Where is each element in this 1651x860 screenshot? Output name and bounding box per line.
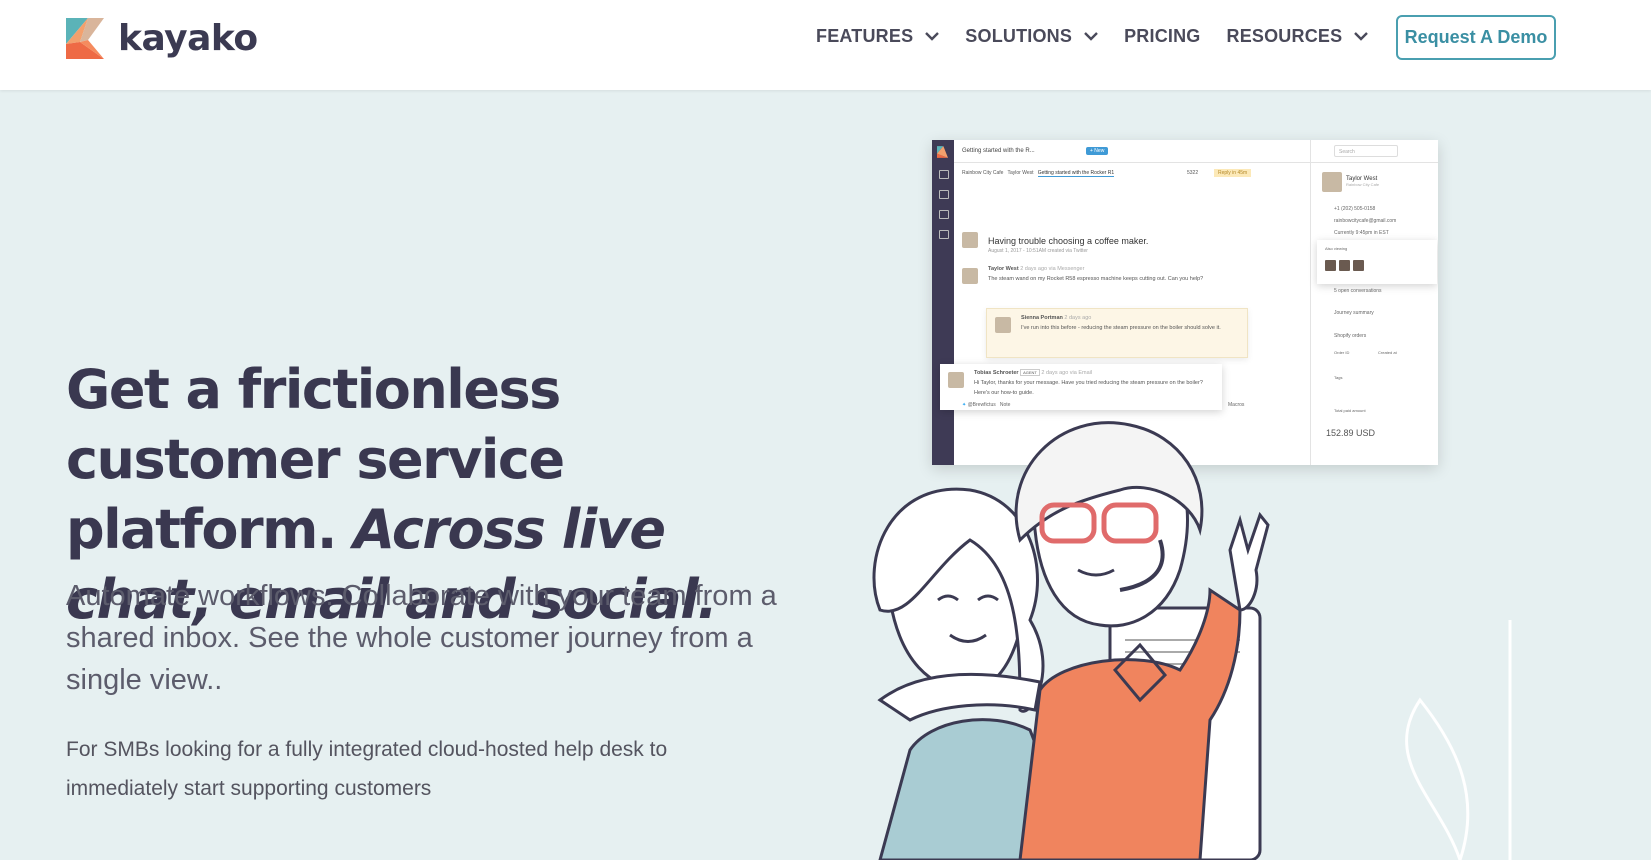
kayako-logo-icon <box>66 18 104 59</box>
ticket-number: 5322 <box>1187 170 1199 176</box>
app-new-button: + New <box>1086 147 1109 155</box>
conversation-title: Having trouble choosing a coffee maker. <box>988 236 1149 246</box>
viewer-avatar <box>1339 260 1350 271</box>
app-divider <box>1310 140 1311 465</box>
order-id-label: Order ID <box>1334 350 1350 355</box>
org-icon <box>939 210 949 219</box>
avatar <box>995 317 1011 333</box>
viewer-avatar <box>1325 260 1336 271</box>
nav-resources[interactable]: RESOURCES <box>1227 26 1369 47</box>
nav-features-label: FEATURES <box>816 26 914 46</box>
created-at-label: Created at <box>1378 350 1397 355</box>
message-meta: 2 days ago via Email <box>1041 370 1093 376</box>
internal-note: Sienna Portman 2 days ago I've run into … <box>986 308 1248 358</box>
breadcrumb-item: Getting started with the Rocker R1 <box>1037 170 1115 177</box>
app-search: Search <box>1334 145 1398 157</box>
request-demo-button[interactable]: Request A Demo <box>1396 15 1556 60</box>
hero-illustration <box>872 421 1512 860</box>
journey-summary: Journey summary <box>1334 310 1374 316</box>
report-icon <box>939 230 949 239</box>
message-text: I've run into this before - reducing the… <box>1021 325 1221 331</box>
message-text: The steam wand on my Rocket R58 espresso… <box>988 276 1204 282</box>
site-header: kayako FEATURES SOLUTIONS PRICING RESOUR… <box>0 0 1651 90</box>
kayako-logo[interactable]: kayako <box>66 18 258 59</box>
nav-solutions[interactable]: SOLUTIONS <box>965 26 1098 47</box>
app-tab-title: Getting started with the R... <box>962 148 1035 154</box>
avatar <box>948 372 964 388</box>
nav-pricing-label: PRICING <box>1124 26 1201 46</box>
agent-badge: AGENT <box>1020 369 1040 376</box>
customer-name: Taylor West Rainbow City Cafe <box>1346 176 1379 188</box>
app-topbar: Getting started with the R... + New Sear… <box>954 140 1438 163</box>
inbox-icon <box>939 170 949 179</box>
message-author: Taylor West <box>988 266 1019 272</box>
chevron-down-icon <box>1084 32 1098 41</box>
note-content: Sienna Portman 2 days ago I've run into … <box>1021 313 1241 333</box>
kayako-logo-icon <box>937 146 948 158</box>
message-meta: 2 days ago <box>1064 315 1092 321</box>
also-viewing-label: Also viewing <box>1325 246 1348 251</box>
viewer-avatar <box>1353 260 1364 271</box>
peace-hand-shape <box>1228 511 1270 612</box>
nav-pricing[interactable]: PRICING <box>1124 26 1200 47</box>
app-sidebar <box>932 140 954 465</box>
nav-solutions-label: SOLUTIONS <box>965 26 1073 46</box>
macros-label: Macros <box>1228 402 1245 408</box>
reply-mode: Note <box>999 402 1011 408</box>
list-icon <box>939 190 949 199</box>
reply-bar: ✦ @Brewfictus Note Macros <box>962 402 1262 408</box>
brand-name: kayako <box>118 18 258 59</box>
main-nav: FEATURES SOLUTIONS PRICING RESOURCES <box>816 26 1394 47</box>
message: Taylor West 2 days ago via Messenger The… <box>988 264 1268 284</box>
nav-resources-label: RESOURCES <box>1226 26 1343 46</box>
shopify-orders: Shopify orders <box>1334 333 1367 339</box>
also-viewing-popup: Also viewing <box>1317 240 1437 284</box>
message-author: Tobias Schroeter <box>974 370 1019 376</box>
hero-note: For SMBs looking for a fully integrated … <box>66 738 668 800</box>
avatar <box>962 268 978 284</box>
chevron-down-icon <box>1354 32 1369 41</box>
tags-label: Tags <box>1334 375 1343 380</box>
open-conversations: 5 open conversations <box>1334 288 1382 294</box>
customer-email: rainbowcitycafe@gmail.com <box>1334 218 1397 224</box>
reply-status: Reply in 45m <box>1214 169 1252 177</box>
customer-time: Currently 9:45pm in EST <box>1334 230 1389 236</box>
reply-content: Tobias Schroeter AGENT 2 days ago via Em… <box>974 368 1214 398</box>
conversation-meta: August 1, 2017 - 10:51AM created via Twi… <box>988 248 1088 254</box>
breadcrumb-item: Rainbow City Cafe <box>962 170 1004 176</box>
reply-handle: @Brewfictus <box>967 402 996 408</box>
message-author: Sienna Portman <box>1021 315 1063 321</box>
product-screenshot: Getting started with the R... + New Sear… <box>932 140 1438 465</box>
app-breadcrumb: Rainbow City Cafe Taylor West Getting st… <box>962 170 1115 177</box>
twitter-icon: ✦ <box>962 402 967 408</box>
chevron-down-icon <box>925 32 940 41</box>
avatar <box>962 232 978 248</box>
hero-subtitle: Automate workflows. Collaborate with you… <box>66 580 777 696</box>
customer-company: Rainbow City Cafe <box>1346 182 1380 187</box>
breadcrumb-item: Taylor West <box>1007 170 1034 176</box>
message-meta: 2 days ago via Messenger <box>1020 266 1085 272</box>
total-paid-label: Total paid amount <box>1334 408 1366 413</box>
nav-features[interactable]: FEATURES <box>816 26 940 47</box>
plant-shape <box>1405 697 1470 860</box>
customer-phone: +1 (202) 505-0158 <box>1334 206 1376 212</box>
avatar <box>1322 172 1342 192</box>
message-text: Hi Taylor, thanks for your message. Have… <box>974 380 1203 396</box>
